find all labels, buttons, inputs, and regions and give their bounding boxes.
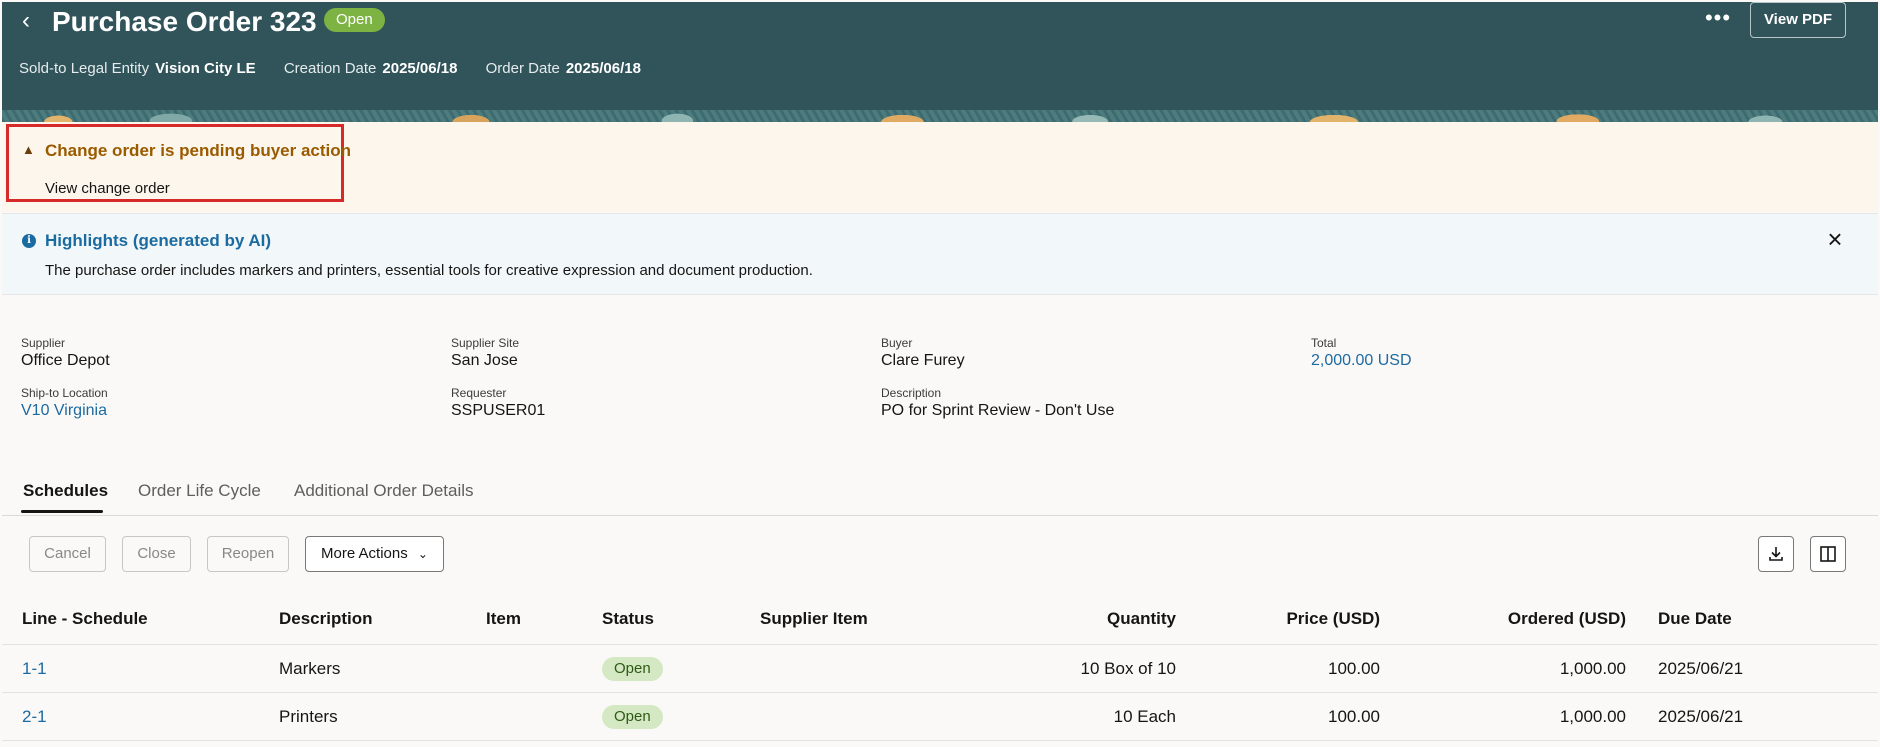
more-actions-button[interactable]: More Actions ⌄ (305, 536, 444, 572)
more-horizontal-icon[interactable]: ••• (1703, 6, 1733, 34)
row-divider (2, 740, 1878, 741)
tab-order-life-cycle[interactable]: Order Life Cycle (138, 481, 261, 501)
supplier-site-value: San Jose (451, 352, 518, 369)
supplier-label: Supplier (21, 336, 66, 350)
col-due-date[interactable]: Due Date (1658, 609, 1732, 629)
row-quantity: 10 Each (1113, 707, 1176, 726)
creation-date-label: Creation Date (283, 60, 377, 77)
description-label: Description (881, 386, 942, 400)
row-divider (2, 644, 1878, 645)
col-supplier-item[interactable]: Supplier Item (760, 609, 868, 629)
ship-to-field: Ship-to Location V10 Virginia (21, 386, 108, 420)
order-date-label: Order Date (485, 60, 560, 77)
highlights-title: Highlights (generated by AI) (45, 231, 272, 250)
col-item[interactable]: Item (486, 609, 521, 629)
supplier-field: Supplier Office Depot (21, 336, 110, 370)
total-link[interactable]: 2,000.00 USD (1311, 352, 1412, 370)
requester-value: SSPUSER01 (451, 402, 546, 419)
col-description[interactable]: Description (279, 609, 373, 629)
col-line-schedule[interactable]: Line - Schedule (22, 609, 148, 629)
warning-title: Change order is pending buyer action (45, 141, 352, 160)
supplier-site-field: Supplier Site San Jose (451, 336, 519, 370)
row-due-date: 2025/06/21 (1658, 707, 1744, 726)
total-field: Total 2,000.00 USD (1311, 336, 1412, 370)
buyer-value: Clare Furey (881, 352, 965, 369)
tab-schedules[interactable]: Schedules (23, 481, 108, 501)
status-badge: Open (602, 705, 663, 729)
close-icon[interactable]: × (1821, 226, 1849, 254)
chevron-left-icon[interactable]: ‹ (14, 9, 38, 34)
view-change-order-link[interactable]: View change order (45, 180, 170, 197)
info-icon: i (22, 234, 36, 248)
highlights-panel (2, 213, 1878, 295)
reopen-button[interactable]: Reopen (207, 536, 289, 572)
page-title: Purchase Order 323 (52, 6, 317, 37)
chevron-down-icon: ⌄ (417, 547, 428, 561)
tab-divider (2, 515, 1878, 516)
total-label: Total (1311, 336, 1337, 350)
cancel-button[interactable]: Cancel (29, 536, 106, 572)
supplier-site-label: Supplier Site (451, 336, 520, 350)
description-field: Description PO for Sprint Review - Don't… (881, 386, 1114, 420)
requester-label: Requester (451, 386, 507, 400)
description-value: PO for Sprint Review - Don't Use (881, 402, 1115, 419)
tab-additional-order-details[interactable]: Additional Order Details (294, 481, 474, 501)
line-schedule-link[interactable]: 2-1 (22, 707, 47, 727)
row-description: Printers (279, 707, 338, 726)
more-actions-label: More Actions (321, 545, 408, 562)
buyer-field: Buyer Clare Furey (881, 336, 965, 370)
status-badge: Open (602, 657, 663, 681)
creation-date-value: 2025/06/18 (382, 60, 458, 77)
row-price: 100.00 (1328, 659, 1380, 678)
row-quantity: 10 Box of 10 (1080, 659, 1176, 678)
view-pdf-button[interactable]: View PDF (1750, 2, 1846, 38)
warning-icon: ▲ (22, 142, 35, 157)
download-icon[interactable] (1758, 536, 1794, 572)
row-price: 100.00 (1328, 707, 1380, 726)
row-divider (2, 692, 1878, 693)
col-status[interactable]: Status (602, 609, 654, 629)
row-description: Markers (279, 659, 341, 678)
supplier-value: Office Depot (21, 352, 110, 369)
columns-icon[interactable] (1810, 536, 1846, 572)
sold-to-value: Vision City LE (155, 60, 256, 77)
row-due-date: 2025/06/21 (1658, 659, 1744, 678)
status-badge: Open (324, 8, 385, 32)
active-tab-indicator (21, 510, 103, 513)
ship-to-link[interactable]: V10 Virginia (21, 402, 108, 420)
header-banner (2, 110, 1878, 122)
close-button[interactable]: Close (122, 536, 191, 572)
header-meta: Sold-to Legal Entity Vision City LE Creat… (19, 60, 665, 77)
ship-to-label: Ship-to Location (21, 386, 108, 400)
row-ordered: 1,000.00 (1559, 659, 1626, 678)
buyer-label: Buyer (881, 336, 913, 350)
highlights-text: The purchase order includes markers and … (45, 262, 813, 279)
col-ordered[interactable]: Ordered (USD) (1466, 609, 1626, 629)
col-quantity[interactable]: Quantity (1040, 609, 1176, 629)
line-schedule-link[interactable]: 1-1 (22, 659, 47, 679)
requester-field: Requester SSPUSER01 (451, 386, 545, 420)
order-date-value: 2025/06/18 (565, 60, 641, 77)
row-ordered: 1,000.00 (1559, 707, 1626, 726)
col-price[interactable]: Price (USD) (1240, 609, 1380, 629)
sold-to-label: Sold-to Legal Entity (19, 60, 150, 77)
